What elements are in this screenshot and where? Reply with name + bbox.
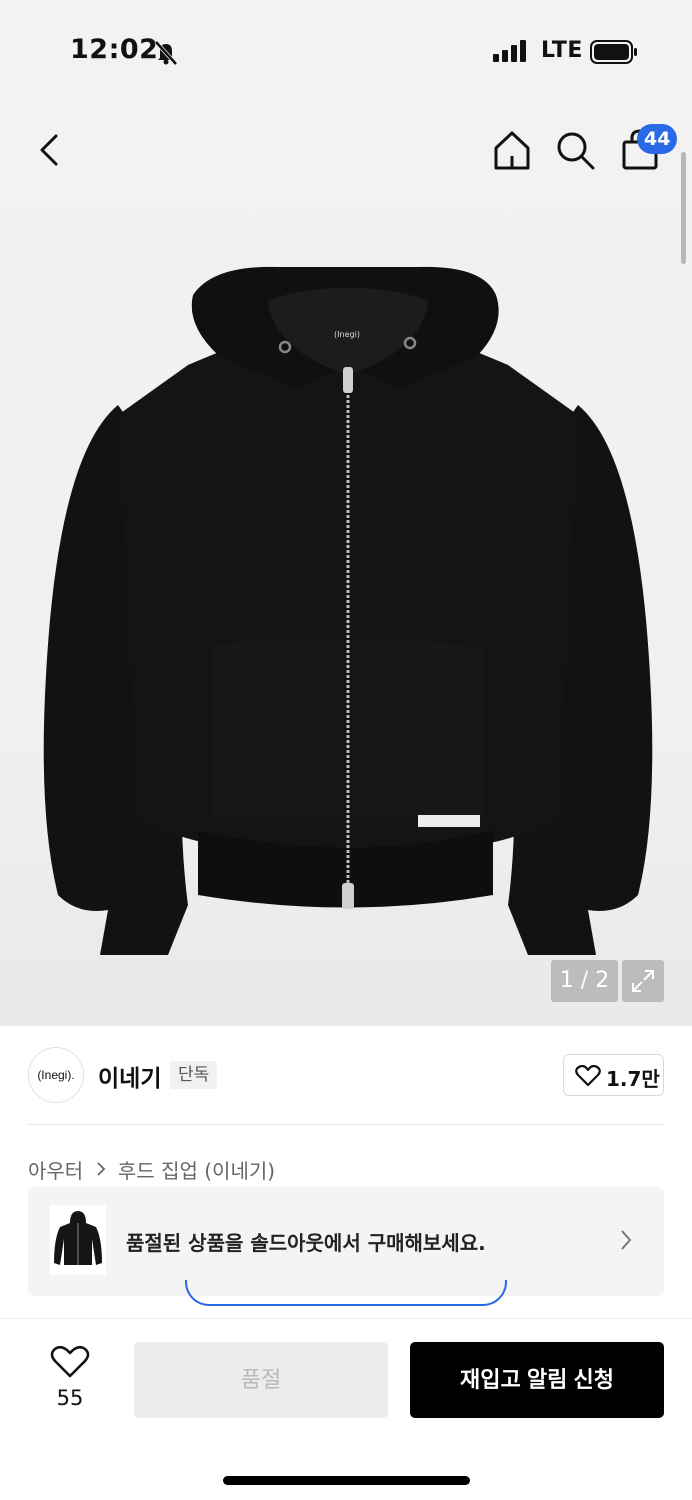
chevron-right-icon [621,1230,632,1250]
cart-count-badge: 44 [637,124,678,154]
exclusive-badge: 단독 [170,1061,218,1089]
breadcrumb-item-hood-zipup[interactable]: 후드 집업 (이네기) [118,1155,275,1184]
mute-bell-icon [154,40,178,66]
soldout-button: 품절 [134,1342,388,1418]
scrollbar[interactable] [681,152,686,264]
signal-icon [493,40,526,62]
tab-indicator [185,1280,507,1306]
wishlist-count: 55 [56,1386,84,1410]
product-photo: (Inegi) [43,266,653,955]
home-indicator[interactable] [223,1476,470,1485]
battery-icon [590,40,637,64]
network-label: LTE [541,38,583,63]
brand-name[interactable]: 이네기 [98,1059,161,1093]
product-thumbnail [50,1205,106,1275]
back-icon[interactable] [30,128,70,172]
divider [28,1124,664,1125]
breadcrumb-separator [96,1158,106,1182]
brand-like-button[interactable]: 1.7만 [563,1054,664,1096]
wishlist-heart-icon[interactable] [50,1345,90,1379]
restock-alert-button[interactable]: 재입고 알림 신청 [410,1342,664,1418]
status-time: 12:02 [70,34,159,65]
search-icon[interactable] [553,128,597,172]
product-image-area[interactable]: 12:02 LTE 44 (Inegi) 1 / 2 [0,0,692,1026]
heart-icon [575,1065,601,1087]
home-icon[interactable] [490,128,534,172]
chevron-right-icon [96,1161,105,1176]
breadcrumb: 아우터 후드 집업 (이네기) [28,1155,275,1184]
expand-icon[interactable] [622,960,664,1002]
brand-logo[interactable]: (Inegi). [28,1047,84,1103]
soldout-banner-text: 품절된 상품을 솔드아웃에서 구매해보세요. [126,1231,486,1255]
brand-like-count: 1.7만 [606,1067,660,1091]
hoodie-brand-label: (Inegi) [334,330,360,339]
image-counter: 1 / 2 [551,960,618,1002]
breadcrumb-item-outerwear[interactable]: 아우터 [28,1155,83,1184]
